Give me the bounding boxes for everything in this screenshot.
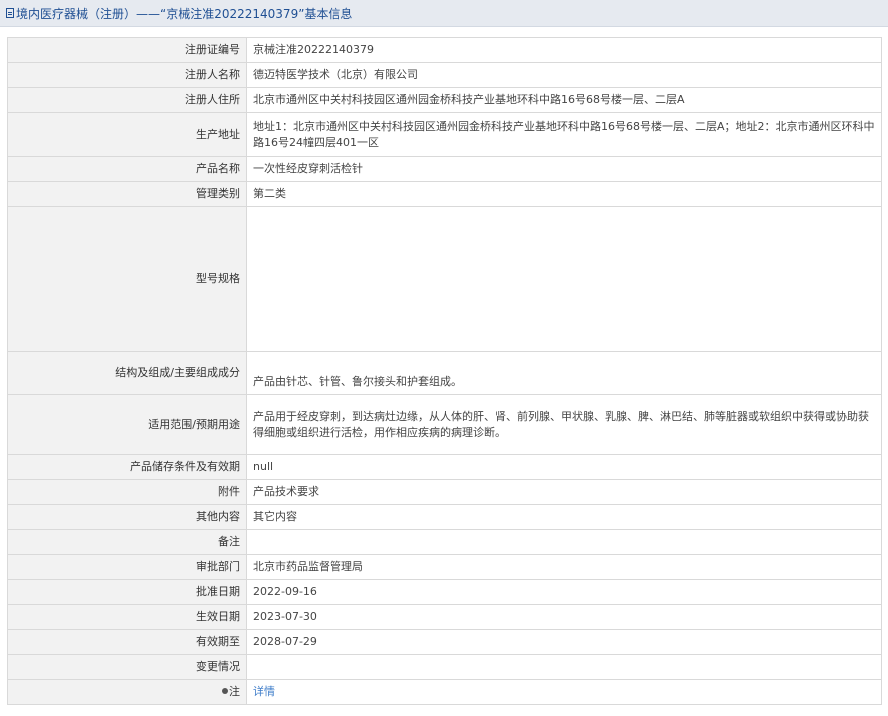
- row-label-production-address: 生产地址: [7, 112, 247, 157]
- row-label-other: 其他内容: [7, 504, 247, 530]
- row-value-effective-date: 2023-07-30: [246, 604, 882, 630]
- row-value-approval-dept: 北京市药品监督管理局: [246, 554, 882, 580]
- row-label-expiry-date: 有效期至: [7, 629, 247, 655]
- table-row: 有效期至 2028-07-29: [7, 629, 882, 655]
- table-row: 其他内容 其它内容: [7, 504, 882, 530]
- table-row: 附件 产品技术要求: [7, 479, 882, 505]
- row-label-approval-date: 批准日期: [7, 579, 247, 605]
- row-label-attachment: 附件: [7, 479, 247, 505]
- row-label-effective-date: 生效日期: [7, 604, 247, 630]
- row-value-other: 其它内容: [246, 504, 882, 530]
- info-table-container: 注册证编号 京械注准20222140379 注册人名称 德迈特医学技术（北京）有…: [7, 37, 882, 705]
- table-row: 注册证编号 京械注准20222140379: [7, 37, 882, 63]
- row-label-model-spec: 型号规格: [7, 206, 247, 352]
- page-title: 境内医疗器械（注册）——“京械注准20222140379”基本信息: [16, 6, 353, 21]
- table-row: 产品名称 一次性经皮穿刺活检针: [7, 156, 882, 182]
- row-label-remark: 备注: [7, 529, 247, 555]
- row-value-intended-use: 产品用于经皮穿刺，到达病灶边缘，从人体的肝、肾、前列腺、甲状腺、乳腺、脾、淋巴结…: [246, 394, 882, 455]
- row-value-expiry-date: 2028-07-29: [246, 629, 882, 655]
- document-icon: [6, 8, 14, 18]
- row-value-remark: [246, 529, 882, 555]
- row-value-registration-number: 京械注准20222140379: [246, 37, 882, 63]
- table-row: 注册人名称 德迈特医学技术（北京）有限公司: [7, 62, 882, 88]
- table-row: 结构及组成/主要组成成分 产品由针芯、针管、鲁尔接头和护套组成。: [7, 351, 882, 395]
- row-label-structure: 结构及组成/主要组成成分: [7, 351, 247, 395]
- row-label-change-status: 变更情况: [7, 654, 247, 680]
- page-header: 境内医疗器械（注册）——“京械注准20222140379”基本信息: [0, 0, 888, 27]
- row-label-approval-dept: 审批部门: [7, 554, 247, 580]
- row-value-note: 详情: [246, 679, 882, 705]
- row-label-storage: 产品储存条件及有效期: [7, 454, 247, 480]
- row-label-registration-number: 注册证编号: [7, 37, 247, 63]
- row-value-structure: 产品由针芯、针管、鲁尔接头和护套组成。: [246, 351, 882, 395]
- row-value-approval-date: 2022-09-16: [246, 579, 882, 605]
- row-value-registrant-name: 德迈特医学技术（北京）有限公司: [246, 62, 882, 88]
- table-row: 审批部门 北京市药品监督管理局: [7, 554, 882, 580]
- table-row: 注册人住所 北京市通州区中关村科技园区通州园金桥科技产业基地环科中路16号68号…: [7, 87, 882, 113]
- table-row: 产品储存条件及有效期 null: [7, 454, 882, 480]
- table-row: 型号规格: [7, 206, 882, 352]
- table-row: 备注: [7, 529, 882, 555]
- pin-icon: [222, 688, 228, 694]
- row-label-intended-use: 适用范围/预期用途: [7, 394, 247, 455]
- table-row: 批准日期 2022-09-16: [7, 579, 882, 605]
- table-row: 适用范围/预期用途 产品用于经皮穿刺，到达病灶边缘，从人体的肝、肾、前列腺、甲状…: [7, 394, 882, 455]
- row-value-storage: null: [246, 454, 882, 480]
- row-value-production-address: 地址1：北京市通州区中关村科技园区通州园金桥科技产业基地环科中路16号68号楼一…: [246, 112, 882, 157]
- details-link[interactable]: 详情: [253, 685, 275, 698]
- table-row: 变更情况: [7, 654, 882, 680]
- row-label-registrant-name: 注册人名称: [7, 62, 247, 88]
- row-value-attachment: 产品技术要求: [246, 479, 882, 505]
- row-value-registrant-address: 北京市通州区中关村科技园区通州园金桥科技产业基地环科中路16号68号楼一层、二层…: [246, 87, 882, 113]
- table-row: 注 详情: [7, 679, 882, 705]
- row-label-note: 注: [7, 679, 247, 705]
- row-label-management-class: 管理类别: [7, 181, 247, 207]
- row-value-change-status: [246, 654, 882, 680]
- table-row: 生产地址 地址1：北京市通州区中关村科技园区通州园金桥科技产业基地环科中路16号…: [7, 112, 882, 157]
- table-row: 生效日期 2023-07-30: [7, 604, 882, 630]
- info-table: 注册证编号 京械注准20222140379 注册人名称 德迈特医学技术（北京）有…: [7, 37, 882, 705]
- row-value-product-name: 一次性经皮穿刺活检针: [246, 156, 882, 182]
- row-label-registrant-address: 注册人住所: [7, 87, 247, 113]
- row-label-product-name: 产品名称: [7, 156, 247, 182]
- row-value-management-class: 第二类: [246, 181, 882, 207]
- table-row: 管理类别 第二类: [7, 181, 882, 207]
- note-label: 注: [229, 685, 240, 698]
- row-value-model-spec: [246, 206, 882, 352]
